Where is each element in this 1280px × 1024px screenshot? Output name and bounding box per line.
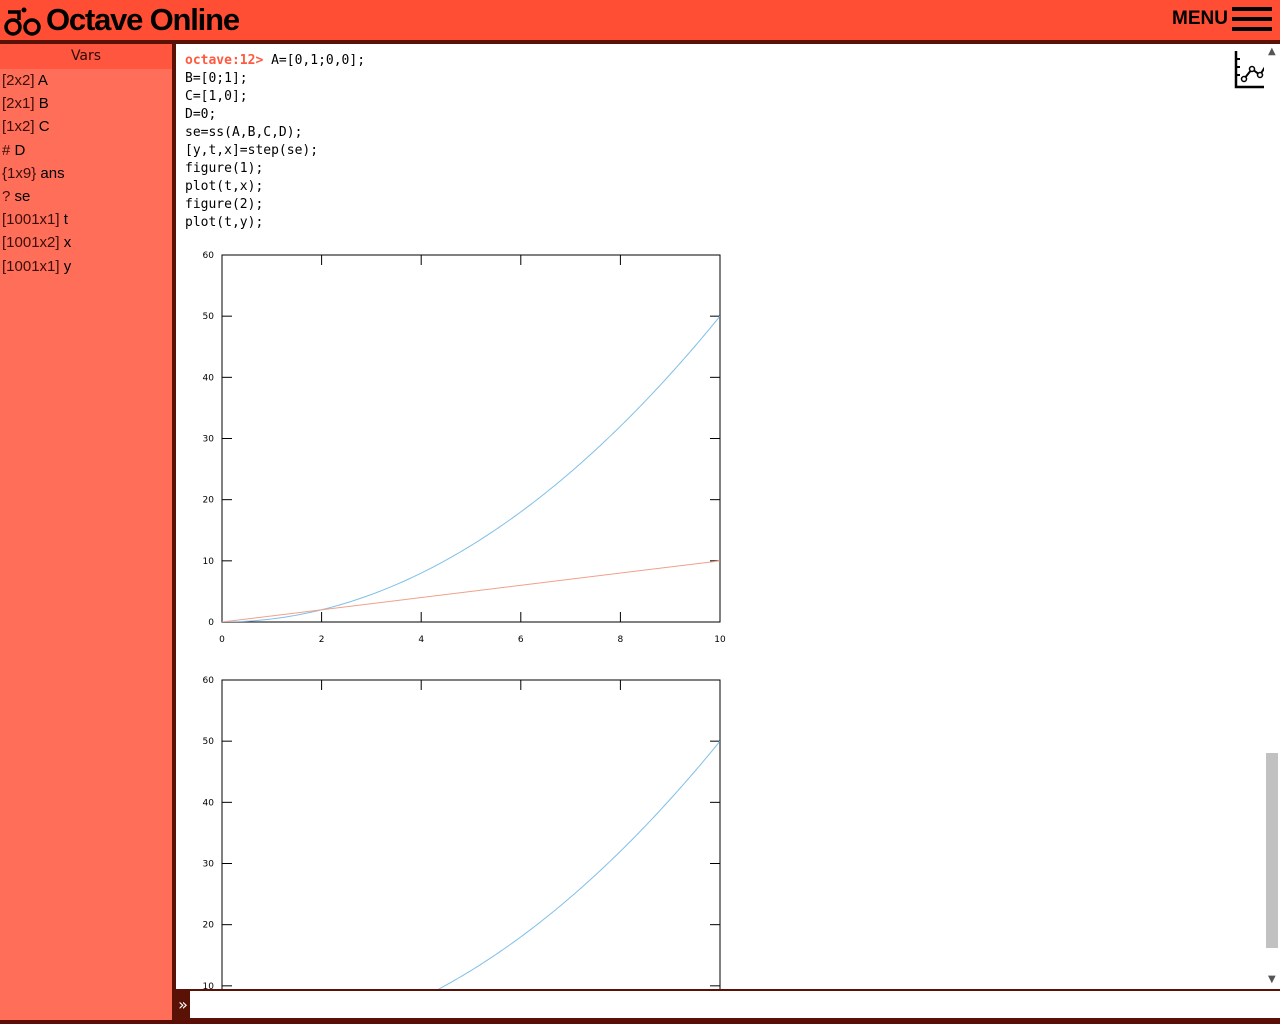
var-item-C[interactable]: [1x2] C [0, 115, 172, 138]
var-name: se [14, 187, 31, 205]
hamburger-icon [1232, 7, 1272, 31]
y-tick-label: 20 [203, 496, 215, 506]
var-item-ans[interactable]: {1x9} ans [0, 162, 172, 185]
y-tick-label: 50 [203, 737, 215, 747]
scroll-up-icon[interactable]: ▲ [1268, 46, 1276, 57]
logo: Octave Online [4, 2, 240, 38]
series-line-0 [222, 315, 720, 622]
var-type: ? [2, 187, 11, 205]
y-tick-label: 40 [203, 798, 215, 808]
var-type: [1001x1] [2, 257, 60, 275]
menu-button[interactable]: MENU [1172, 6, 1272, 32]
console-prompt: octave:12> [185, 53, 264, 68]
console-first-line: A=[0,1;0,0]; [263, 53, 366, 68]
var-item-y[interactable]: [1001x1] y [0, 255, 172, 278]
var-type: {1x9} [2, 164, 37, 182]
console-output: octave:12> A=[0,1;0,0]; B=[0;1]; C=[1,0]… [176, 44, 1280, 989]
vars-sidebar: Vars [2x2] A [2x1] B [1x2] C # D {1x9} ans? … [0, 44, 176, 1020]
console-line: D=0; [185, 107, 217, 122]
double-chevron-right-icon: » [178, 995, 188, 1014]
x-tick-label: 10 [714, 635, 726, 645]
var-item-B[interactable]: [2x1] B [0, 92, 172, 115]
var-name: A [37, 72, 48, 89]
y-tick-label: 10 [203, 982, 215, 989]
var-type: [2x2] [2, 72, 35, 89]
var-name: t [63, 211, 68, 229]
console-line: figure(1); [185, 161, 264, 176]
y-tick-label: 60 [203, 251, 215, 261]
command-bar: » [176, 989, 1280, 1020]
x-tick-label: 0 [219, 635, 225, 645]
console-line: figure(2); [185, 197, 264, 212]
var-type: # [2, 141, 11, 159]
y-tick-label: 50 [203, 312, 215, 322]
y-tick-label: 0 [208, 618, 214, 628]
var-name: D [14, 141, 26, 159]
vars-list: [2x2] A [2x1] B [1x2] C # D {1x9} ans? se [10… [0, 69, 172, 278]
y-tick-label: 30 [203, 435, 215, 445]
x-tick-label: 8 [618, 635, 624, 645]
console-code: octave:12> A=[0,1;0,0]; B=[0;1]; C=[1,0]… [185, 52, 365, 232]
var-name: C [38, 118, 50, 136]
var-item-D[interactable]: # D [0, 139, 172, 162]
y-tick-label: 40 [203, 373, 215, 383]
y-tick-label: 30 [203, 860, 215, 870]
menu-label: MENU [1172, 8, 1228, 29]
var-item-x[interactable]: [1001x2] x [0, 231, 172, 254]
console-line: B=[0;1]; [185, 71, 248, 86]
figure-2-plot: 0102030405060 [203, 676, 721, 989]
octave-logo-icon [4, 7, 41, 36]
command-input[interactable] [190, 991, 1280, 1018]
var-type: [1001x1] [2, 211, 60, 229]
console-lines: B=[0;1]; C=[1,0]; D=0; se=ss(A,B,C,D); [… [185, 71, 318, 230]
var-name: ans [40, 164, 65, 182]
series-line-1 [222, 560, 720, 622]
console-line: se=ss(A,B,C,D); [185, 125, 303, 140]
console-line: [y,t,x]=step(se); [185, 143, 319, 158]
x-tick-label: 4 [418, 635, 424, 645]
plot-frame [221, 254, 721, 623]
scrollbar-thumb[interactable] [1266, 753, 1278, 948]
console-scrollbar[interactable]: ▲ ▼ [1264, 44, 1280, 989]
plot-frame [221, 679, 721, 989]
series-line-0 [437, 740, 720, 989]
var-type: [1001x2] [2, 234, 60, 252]
vars-header: Vars [0, 44, 172, 69]
var-type: [2x1] [2, 95, 35, 113]
console-line: plot(t,y); [185, 215, 264, 230]
figure-1-plot: 0 10 20 30 40 50 60 0 2 4 6 8 10 [203, 251, 726, 645]
y-tick-label: 60 [203, 676, 215, 686]
var-name: x [63, 234, 72, 252]
var-item-t[interactable]: [1001x1] t [0, 208, 172, 231]
x-tick-label: 6 [518, 635, 524, 645]
var-name: y [63, 257, 72, 275]
top-bar: Octave Online MENU [0, 0, 1280, 44]
console-line: plot(t,x); [185, 179, 264, 194]
var-item-se[interactable]: ? se [0, 185, 172, 208]
app-title: Octave Online [46, 2, 240, 37]
y-tick-label: 20 [203, 921, 215, 931]
console-line: C=[1,0]; [185, 89, 248, 104]
x-tick-label: 2 [319, 635, 325, 645]
var-name: B [38, 95, 49, 113]
var-item-A[interactable]: [2x2] A [0, 69, 172, 92]
y-tick-label: 10 [203, 557, 215, 567]
scroll-down-icon[interactable]: ▼ [1268, 974, 1276, 985]
var-type: [1x2] [2, 118, 35, 136]
